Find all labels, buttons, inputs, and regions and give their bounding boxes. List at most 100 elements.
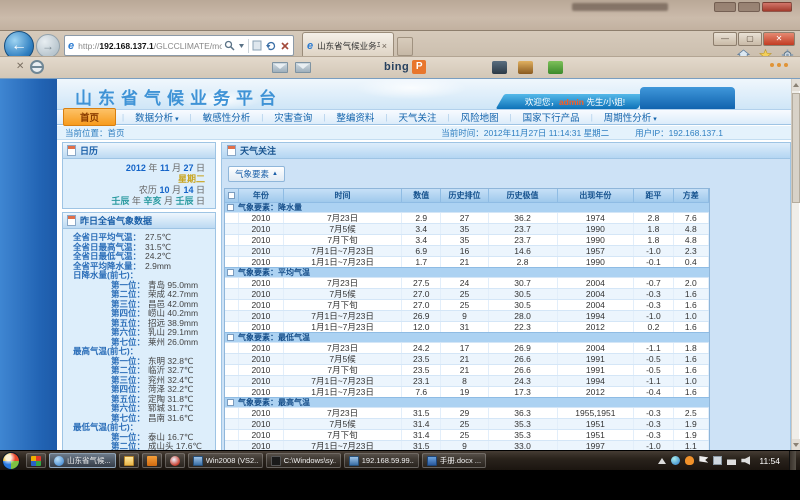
- taskbar-button-7[interactable]: C:\Windows\sy...: [266, 453, 341, 468]
- table-row[interactable]: 20107月下旬3.43523.719901.84.8: [225, 234, 709, 245]
- maximize-button[interactable]: ▢: [738, 32, 762, 46]
- address-bar[interactable]: e http://192.168.137.1/GLCCLIMATE/module…: [64, 35, 294, 56]
- apps-puzzle-icon[interactable]: [548, 61, 563, 74]
- calendar-ganzhi: 辛亥: [143, 196, 161, 206]
- table-row[interactable]: 20107月5候27.02530.52004-0.31.6: [225, 288, 709, 299]
- table-group-row[interactable]: 气象要素：平均气温: [225, 267, 709, 277]
- table-row[interactable]: 20107月1日~7月23日23.1824.31994-1.11.0: [225, 375, 709, 386]
- stat-value: 2.9mm: [145, 261, 171, 271]
- cell: 27.0: [402, 300, 441, 310]
- cell: 3.4: [402, 235, 441, 245]
- rdp-icon: [193, 456, 203, 466]
- table-row[interactable]: 20107月1日~7月23日26.9928.01994-1.01.0: [225, 310, 709, 321]
- group-checkbox[interactable]: [227, 269, 234, 276]
- table-group-row[interactable]: 气象要素：降水量: [225, 202, 709, 212]
- nav-item-4[interactable]: 灾害查询: [263, 110, 323, 124]
- table-row[interactable]: 20107月下旬31.42535.31951-0.31.9: [225, 429, 709, 440]
- table-row[interactable]: 20107月下旬27.02530.52004-0.31.6: [225, 299, 709, 310]
- row-checkbox-cell: [225, 224, 239, 234]
- table-row[interactable]: 20101月1日~7月23日7.61917.32012-0.41.6: [225, 386, 709, 397]
- speaker-icon[interactable]: [741, 456, 750, 465]
- cell: 24.3: [489, 376, 558, 386]
- table-row[interactable]: 20107月下旬23.52126.61991-0.51.6: [225, 364, 709, 375]
- background-window-title-text: [572, 3, 668, 11]
- browser-tab[interactable]: e 山东省气候业务平... ×: [302, 32, 394, 58]
- rank-label: 第二位：: [111, 441, 145, 450]
- rank-heading-label: 日降水量(前七)：: [73, 270, 138, 280]
- scrollbar-down-icon[interactable]: [792, 439, 800, 450]
- nav-item-7[interactable]: 风险地图: [450, 110, 510, 124]
- nav-item-1[interactable]: 首页: [63, 108, 116, 126]
- cell: 2012: [558, 387, 635, 397]
- table-row[interactable]: 20107月23日31.52936.31955,1951-0.32.5: [225, 407, 709, 418]
- explorer-icon[interactable]: [119, 453, 139, 468]
- media-app-icon[interactable]: [165, 453, 185, 468]
- blocker-icon[interactable]: [30, 60, 44, 74]
- network-icon[interactable]: [727, 456, 736, 465]
- refresh-icon[interactable]: [265, 40, 277, 52]
- camera-icon[interactable]: [492, 61, 507, 74]
- mail-icon[interactable]: [272, 62, 288, 73]
- group-checkbox[interactable]: [227, 399, 234, 406]
- scrollbar-thumb[interactable]: [792, 93, 800, 203]
- page-scrollbar[interactable]: [791, 79, 799, 450]
- tab-close-icon[interactable]: ×: [380, 41, 389, 51]
- group-checkbox[interactable]: [227, 334, 234, 341]
- orange-app-icon[interactable]: [142, 453, 162, 468]
- nav-item-3[interactable]: 敏感性分析: [192, 110, 262, 124]
- table-row[interactable]: 20107月23日27.52430.72004-0.72.0: [225, 277, 709, 288]
- compatibility-icon[interactable]: [252, 40, 262, 51]
- nav-item-9[interactable]: 周期性分析▾: [593, 110, 668, 124]
- calendar-ganzhi: 壬辰: [175, 196, 193, 206]
- scrollbar-up-icon[interactable]: [792, 79, 800, 91]
- taskbar-button-6[interactable]: Win2008 (VS2...: [188, 453, 263, 468]
- bing-logo[interactable]: bing P: [384, 60, 426, 74]
- search-dropdown-icon[interactable]: [238, 42, 245, 49]
- taskbar-clock[interactable]: 11:54: [759, 456, 780, 466]
- calendar-unit: 日: [193, 196, 205, 206]
- toolbar-overflow-icon[interactable]: [770, 63, 788, 67]
- table-row[interactable]: 20107月23日24.21726.92004-1.11.8: [225, 342, 709, 353]
- nav-item-8[interactable]: 国家下行产品: [512, 110, 591, 124]
- table-row[interactable]: 20107月5候31.42535.31951-0.31.9: [225, 418, 709, 429]
- nav-item-5[interactable]: 整编资料: [325, 110, 385, 124]
- display-icon[interactable]: [713, 456, 722, 465]
- table-row[interactable]: 20107月23日2.92736.219742.87.6: [225, 212, 709, 223]
- select-all-checkbox[interactable]: [228, 192, 235, 199]
- table-header-row: 年份时间数值历史排位历史极值出现年份距平方差: [225, 189, 709, 202]
- start-button[interactable]: [2, 452, 20, 470]
- table-row[interactable]: 20107月1日~7月23日31.5933.01997-1.01.1: [225, 440, 709, 450]
- window-caption-buttons: — ▢ ✕: [713, 32, 795, 46]
- table-group-row[interactable]: 气象要素：最高气温: [225, 397, 709, 407]
- table-row[interactable]: 20101月1日~7月23日1.7212.81990-0.10.4: [225, 256, 709, 267]
- rank-value: 郓城 31.7℃: [148, 403, 193, 413]
- quick-launch-icon[interactable]: [26, 453, 46, 468]
- minimize-button[interactable]: —: [713, 32, 737, 46]
- flag-icon[interactable]: [699, 456, 708, 465]
- close-button[interactable]: ✕: [763, 32, 795, 46]
- contacts-icon[interactable]: [518, 61, 533, 74]
- table-row[interactable]: 20107月5候3.43523.719901.84.8: [225, 223, 709, 234]
- ime-icon[interactable]: [671, 456, 680, 465]
- weather-element-button[interactable]: 气象要素 ▲: [228, 166, 285, 182]
- taskbar-button-9[interactable]: 手册.docx ...: [422, 453, 486, 468]
- show-desktop-button[interactable]: [789, 451, 796, 471]
- forward-button[interactable]: →: [36, 34, 60, 58]
- table-row[interactable]: 20107月5候23.52126.61991-0.51.6: [225, 353, 709, 364]
- rank-label: 第二位：: [111, 365, 145, 375]
- message-icon[interactable]: [295, 62, 311, 73]
- table-row[interactable]: 20101月1日~7月23日12.03122.320120.21.6: [225, 321, 709, 332]
- new-tab-button[interactable]: [397, 37, 413, 56]
- search-icon[interactable]: [224, 40, 235, 51]
- group-checkbox[interactable]: [227, 204, 234, 211]
- taskbar-button-2[interactable]: 山东省气候...: [49, 453, 116, 468]
- table-row[interactable]: 20107月1日~7月23日6.91614.61957-1.02.3: [225, 245, 709, 256]
- nav-item-2[interactable]: 数据分析▾: [124, 110, 190, 124]
- taskbar-button-8[interactable]: 192.168.59.99...: [344, 453, 419, 468]
- toolbar-close-icon[interactable]: ✕: [16, 61, 24, 72]
- cloud-icon[interactable]: [685, 456, 694, 465]
- stop-icon[interactable]: [280, 41, 290, 51]
- nav-item-6[interactable]: 天气关注: [387, 110, 447, 124]
- up-arrow-icon[interactable]: [658, 458, 666, 464]
- table-group-row[interactable]: 气象要素：最低气温: [225, 332, 709, 342]
